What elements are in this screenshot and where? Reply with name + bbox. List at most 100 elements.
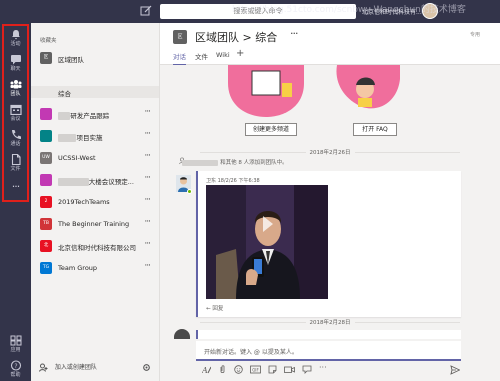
tab-files[interactable]: 文件 [195,51,208,61]
team-row[interactable]: 2 2019TechTeams ··· [31,191,159,213]
gif-attachment[interactable] [206,185,328,299]
poster-avatar[interactable] [174,329,190,339]
gif-icon[interactable]: GIF [250,365,261,374]
teams-icon [10,80,21,89]
team-name: ■■研发产品跟踪 [58,110,109,120]
apps-icon [10,335,21,346]
team-more-button[interactable]: ··· [144,129,151,139]
date-divider: 2018年2月28日 [160,318,500,326]
chat-icon [10,55,21,65]
sticker-icon[interactable] [268,365,277,374]
date-divider: 2018年2月26日 [160,148,500,156]
help-icon: ? [10,360,21,371]
create-channels-button[interactable]: 创建更多频道 [245,123,297,136]
format-icon[interactable]: A [202,365,211,374]
team-row[interactable]: ■■研发产品跟踪 ··· [31,103,159,125]
add-team-icon [39,363,48,372]
channel-privacy-badge: 专用 [470,32,481,38]
team-more-button[interactable]: ··· [144,173,151,183]
bell-icon [11,30,20,40]
gear-icon[interactable] [142,363,151,372]
team-more-button[interactable]: ··· [144,261,151,271]
team-avatar: TG [40,262,52,274]
svg-text:GIF: GIF [252,368,259,373]
phone-icon [11,130,21,139]
attach-icon[interactable] [218,365,227,374]
tab-posts[interactable]: 对话 [173,51,186,66]
user-avatar[interactable] [422,3,438,19]
channel-name: 综合 [58,90,71,98]
team-name: 区域团队 [58,56,84,64]
team-more-button[interactable]: ··· [144,217,151,227]
add-tab-button[interactable]: + [236,48,244,59]
send-icon[interactable] [450,365,460,375]
team-name: 2019TechTeams [58,198,110,206]
team-avatar [40,130,52,142]
svg-text:?: ? [14,363,17,370]
join-team-label: 加入或创建团队 [54,364,97,371]
team-row[interactable]: ■■■项目实施 ··· [31,125,159,147]
channel-header: 区 区域团队 > 综合 ··· 专用 对话 文件 Wiki + [160,23,500,66]
rail-label: 文件 [10,166,21,172]
team-row[interactable]: 北 北京信和时代科技有限公司 ··· [31,235,159,257]
svg-text:A: A [202,366,208,374]
top-bar: 搜索或键入命令 北京信和时代科技有... https://blog.51cto.… [0,0,500,23]
calendar-icon [9,104,22,115]
presence-available-icon [187,189,192,194]
team-row[interactable]: TB The Beginner Training ··· [31,213,159,235]
teams-app: 搜索或键入命令 北京信和时代科技有... https://blog.51cto.… [0,0,500,381]
file-icon [11,154,21,165]
team-avatar [40,174,52,186]
team-more-button[interactable]: ··· [144,239,151,249]
team-name: 北京信和时代科技有限公司 [58,244,136,252]
channel-more-button[interactable]: ··· [290,27,298,40]
team-row[interactable]: UW UCSSI-West ··· [31,147,159,169]
rail-label: 活动 [10,41,21,47]
team-name: ■■■■■大楼会议预定... [58,176,134,186]
rail-label: 应用 [10,347,21,353]
team-avatar: TB [40,218,52,230]
compose-icon[interactable] [140,5,152,17]
compose-box[interactable]: 开始新对话。键入 @ 以提及某人。 [196,341,461,361]
rail-more-button[interactable]: ··· [0,180,31,193]
team-name: ■■■项目实施 [58,132,102,142]
message-card[interactable] [196,330,461,339]
message-card[interactable]: 卫东 18/2/26 下午6:38 ← 回复 [196,171,461,317]
emoji-icon[interactable] [234,365,243,374]
team-more-button[interactable]: ··· [144,151,151,161]
open-faq-button[interactable]: 打开 FAQ [353,123,397,136]
system-message: ■■■■■■■ 和其他 8 人添加到团队中。 [182,158,288,166]
meet-now-icon[interactable] [284,365,295,374]
team-name: UCSSI-West [58,154,96,162]
reply-button[interactable]: ← 回复 [206,304,223,312]
team-row[interactable]: ■■■■■大楼会议预定... ··· [31,169,159,191]
team-name: Team Group [58,264,98,272]
favorites-header: 收藏夹 [40,38,57,44]
join-team-button[interactable]: 加入或创建团队 [39,362,97,372]
channel-item-general[interactable]: 综合 [31,86,159,98]
org-name[interactable]: 北京信和时代科技有... [362,7,422,16]
search-input[interactable]: 搜索或键入命令 [160,4,356,19]
message-meta: 卫东 18/2/26 下午6:38 [206,178,260,184]
team-more-button[interactable]: ··· [144,107,151,117]
team-avatar: 北 [40,240,52,252]
tab-wiki[interactable]: Wiki [216,51,230,59]
team-avatar: 区 [40,52,52,64]
rail-item-help[interactable]: ? 帮助 [0,356,31,381]
stream-icon[interactable] [302,365,312,374]
rail-label: 帮助 [10,372,21,378]
channel-pane: 区 区域团队 > 综合 ··· 专用 对话 文件 Wiki + 创建更多频道 打… [160,23,500,381]
rail-label: 通话 [10,141,21,147]
compose-toolbar: A GIF ··· [202,363,462,377]
app-rail: 活动 聊天 团队 会议 通话 文件 ··· 应用 ? 帮助 [0,23,31,381]
channel-title: 区域团队 > 综合 [195,31,278,44]
more-options-icon[interactable]: ··· [319,363,327,372]
team-row[interactable]: 区 区域团队 [31,47,159,69]
conversation-feed: 创建更多频道 打开 FAQ 2018年2月26日 ■■■■■■■ 和其他 8 人… [160,65,500,339]
team-avatar: UW [40,152,52,164]
team-more-button[interactable]: ··· [144,195,151,205]
channel-team-avatar: 区 [173,30,187,44]
team-row[interactable]: TG Team Group ··· [31,257,159,279]
compose-input[interactable]: 开始新对话。键入 @ 以提及某人。 [204,347,298,356]
rail-item-files[interactable]: 文件 [0,150,31,180]
